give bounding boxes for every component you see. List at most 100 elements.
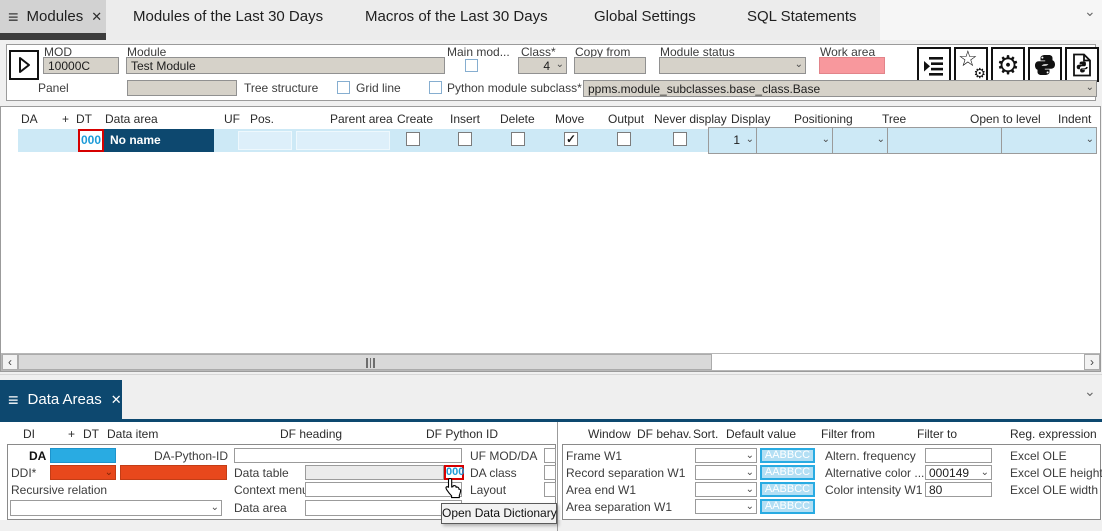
- indent-select[interactable]: ⌄: [1001, 127, 1097, 154]
- row-pos-cell[interactable]: [238, 131, 292, 150]
- col-data-area: Data area: [105, 112, 158, 126]
- area-end-w1-label: Area end W1: [566, 483, 636, 497]
- tab-global-settings[interactable]: Global Settings: [594, 0, 696, 33]
- col-di: DI: [23, 427, 35, 441]
- da-class-field[interactable]: [544, 465, 556, 480]
- class-select[interactable]: 4 ⌄: [518, 57, 567, 74]
- excel-ole-height-label: Excel OLE height: [1010, 466, 1102, 480]
- module-status-select[interactable]: ⌄: [659, 57, 806, 74]
- star-gear-button[interactable]: ☆ ⚙: [954, 47, 988, 82]
- python-button[interactable]: [1028, 47, 1062, 82]
- ddi-color-field[interactable]: [120, 465, 227, 480]
- layout-field[interactable]: [544, 482, 556, 497]
- col-output: Output: [608, 112, 644, 126]
- da-python-id-field[interactable]: [234, 448, 462, 463]
- close-icon[interactable]: ✕: [91, 9, 102, 25]
- data-table-field[interactable]: [305, 465, 444, 480]
- top-tab-bar: ≡ Modules ✕ Modules of the Last 30 Days …: [0, 0, 1102, 40]
- da-class-label: DA class: [470, 466, 517, 480]
- delete-checkbox[interactable]: [511, 132, 525, 146]
- altern-frequency-label: Altern. frequency: [825, 449, 916, 463]
- insert-checkbox[interactable]: [458, 132, 472, 146]
- main-mod-checkbox[interactable]: [465, 59, 478, 72]
- panel-field[interactable]: [127, 80, 237, 96]
- open-to-level-field[interactable]: [887, 127, 1002, 154]
- close-icon[interactable]: ✕: [111, 392, 122, 408]
- chevron-down-icon[interactable]: ⌄: [1084, 3, 1096, 20]
- run-module-button[interactable]: [9, 50, 39, 80]
- hamburger-icon[interactable]: ≡: [8, 8, 19, 26]
- col-filter-to: Filter to: [917, 427, 957, 441]
- area-separation-w1-color-field[interactable]: AABBCC: [760, 499, 815, 514]
- run-list-icon: [922, 53, 946, 77]
- data-area-field[interactable]: [305, 500, 462, 516]
- col-plus[interactable]: +: [68, 427, 75, 441]
- python-subclass-checkbox[interactable]: [429, 81, 442, 94]
- module-field[interactable]: Test Module: [126, 57, 445, 74]
- never-display-checkbox[interactable]: [673, 132, 687, 146]
- python-subclass-label: Python module subclass*: [447, 81, 582, 95]
- tab-modules-last-30-days[interactable]: Modules of the Last 30 Days: [133, 0, 323, 33]
- record-separation-w1-select[interactable]: ⌄: [695, 465, 757, 480]
- alternative-color-select[interactable]: 000149 ⌄: [925, 465, 992, 480]
- python-subclass-select[interactable]: ppms.module_subclasses.base_class.Base ⌄: [583, 80, 1097, 97]
- scroll-right-button[interactable]: ›: [1084, 354, 1100, 370]
- frame-w1-color-field[interactable]: AABBCC: [760, 448, 815, 463]
- col-filter-from: Filter from: [821, 427, 875, 441]
- ddi-label: DDI*: [11, 466, 36, 480]
- area-separation-w1-label: Area separation W1: [566, 500, 672, 514]
- area-end-w1-select[interactable]: ⌄: [695, 482, 757, 497]
- da-color-field[interactable]: [50, 448, 116, 463]
- chevron-down-icon: ⌄: [822, 134, 830, 146]
- col-plus[interactable]: +: [62, 112, 69, 126]
- chevron-down-icon: ⌄: [746, 500, 754, 514]
- row-data-area-name[interactable]: No name: [104, 129, 214, 152]
- output-checkbox[interactable]: [617, 132, 631, 146]
- positioning-select[interactable]: ⌄: [756, 127, 833, 154]
- tab-macros-last-30-days[interactable]: Macros of the Last 30 Days: [365, 0, 548, 33]
- mod-field[interactable]: 10000C: [43, 57, 119, 74]
- check-icon: ✓: [566, 132, 576, 146]
- col-parent-area: Parent area: [330, 112, 393, 126]
- scroll-left-icon: ‹: [8, 355, 12, 369]
- chevron-down-icon[interactable]: ⌄: [1084, 383, 1096, 400]
- grid-line-checkbox[interactable]: [337, 81, 350, 94]
- col-positioning: Positioning: [794, 112, 853, 126]
- context-menu-field[interactable]: [305, 482, 462, 497]
- tab-sql-statements[interactable]: SQL Statements: [747, 0, 857, 33]
- altern-frequency-field[interactable]: [925, 448, 992, 463]
- tree-select[interactable]: ⌄: [832, 127, 888, 154]
- work-area-field[interactable]: [819, 57, 885, 74]
- uf-mod-da-field[interactable]: [544, 448, 556, 463]
- python-file-button[interactable]: [1065, 47, 1099, 82]
- record-separation-w1-color-field[interactable]: AABBCC: [760, 465, 815, 480]
- scroll-right-icon: ›: [1090, 355, 1094, 369]
- scroll-left-button[interactable]: ‹: [2, 354, 18, 370]
- app-window: ≡ Modules ✕ Modules of the Last 30 Days …: [0, 0, 1102, 531]
- color-intensity-w1-label: Color intensity W1: [825, 483, 922, 497]
- data-areas-tab-bar: ⌄: [0, 374, 1102, 419]
- tab-data-areas[interactable]: ≡ Data Areas ✕: [0, 380, 122, 419]
- scrollbar-thumb[interactable]: [18, 354, 712, 370]
- color-intensity-w1-field[interactable]: 80: [925, 482, 992, 497]
- recursive-relation-select[interactable]: ⌄: [10, 500, 222, 516]
- tab-modules[interactable]: ≡ Modules ✕: [0, 0, 106, 33]
- area-separation-w1-select[interactable]: ⌄: [695, 499, 757, 514]
- row-parent-area-cell[interactable]: [296, 131, 390, 150]
- chevron-down-icon: ⌄: [211, 501, 219, 515]
- col-open-to-level: Open to level: [970, 112, 1041, 126]
- move-checkbox[interactable]: ✓: [564, 132, 578, 146]
- row-dt-value[interactable]: 000: [78, 129, 104, 152]
- hamburger-icon[interactable]: ≡: [8, 391, 19, 409]
- copy-from-field[interactable]: [574, 57, 646, 74]
- run-list-button[interactable]: [917, 47, 951, 82]
- frame-w1-select[interactable]: ⌄: [695, 448, 757, 463]
- display-select[interactable]: 1 ⌄: [708, 127, 757, 154]
- settings-button[interactable]: ⚙: [991, 47, 1025, 82]
- area-end-w1-color-field[interactable]: AABBCC: [760, 482, 815, 497]
- col-df-heading: DF heading: [280, 427, 342, 441]
- grip-icon: [366, 358, 378, 368]
- ddi-select[interactable]: ⌄: [50, 465, 116, 480]
- col-indent: Indent: [1058, 112, 1091, 126]
- create-checkbox[interactable]: [406, 132, 420, 146]
